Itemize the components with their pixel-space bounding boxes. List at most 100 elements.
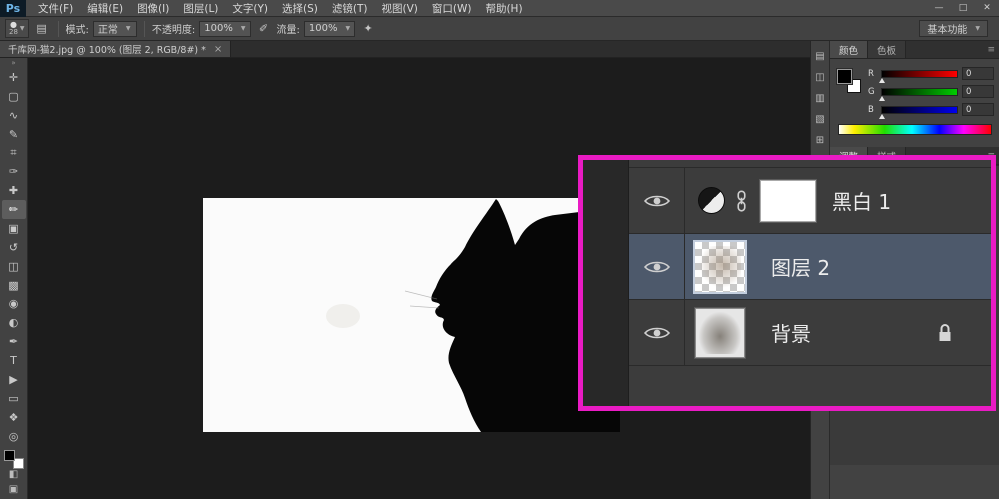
menu-view[interactable]: 视图(V) bbox=[374, 0, 424, 17]
slider-knob[interactable] bbox=[879, 78, 885, 83]
menu-image[interactable]: 图像(I) bbox=[130, 0, 176, 17]
quick-mask-icon[interactable]: ◧ bbox=[9, 469, 18, 484]
type-tool[interactable]: T bbox=[2, 351, 26, 370]
screen-mode-icon[interactable]: ▣ bbox=[9, 484, 18, 499]
visibility-toggle[interactable] bbox=[629, 234, 685, 299]
pen-tool[interactable]: ✒ bbox=[2, 332, 26, 351]
layer-row-layer2[interactable]: 图层 2 bbox=[629, 234, 991, 300]
spot-healing-tool[interactable]: ✚ bbox=[2, 181, 26, 200]
eye-icon bbox=[644, 259, 670, 275]
gradient-tool[interactable]: ▩ bbox=[2, 276, 26, 295]
blackwhite-adjustment-icon[interactable] bbox=[698, 187, 725, 214]
green-value-field[interactable]: 0 bbox=[962, 85, 994, 98]
lasso-tool[interactable]: ∿ bbox=[2, 106, 26, 125]
brush-panel-toggle-icon[interactable]: ▤ bbox=[33, 22, 51, 35]
opacity-label: 不透明度: bbox=[152, 21, 195, 36]
mode-value: 正常 bbox=[98, 21, 118, 36]
path-selection-tool[interactable]: ▶ bbox=[2, 370, 26, 389]
blur-tool[interactable]: ◉ bbox=[2, 295, 26, 314]
tab-color[interactable]: 颜色 bbox=[830, 41, 868, 58]
blue-slider[interactable] bbox=[881, 106, 958, 114]
eraser-tool-icon: ◫ bbox=[8, 260, 18, 273]
blue-channel-row: B 0 bbox=[868, 103, 994, 116]
color-panel-swatches[interactable] bbox=[837, 69, 861, 93]
history-panel-icon[interactable]: ▤ bbox=[815, 51, 824, 62]
document-tab-bar: 千库网-猫2.jpg @ 100% (图层 2, RGB/8#) * × bbox=[0, 41, 810, 58]
move-tool[interactable]: ✛ bbox=[2, 68, 26, 87]
document-image[interactable] bbox=[203, 198, 620, 432]
quick-selection-tool[interactable]: ✎ bbox=[2, 125, 26, 144]
shape-tool[interactable]: ▭ bbox=[2, 389, 26, 408]
airbrush-icon[interactable]: ✦ bbox=[359, 22, 377, 35]
layer-row-blackwhite[interactable]: 黑白 1 bbox=[629, 168, 991, 234]
clone-stamp-tool[interactable]: ▣ bbox=[2, 219, 26, 238]
zoom-tool[interactable]: ◎ bbox=[2, 427, 26, 446]
info-panel-icon[interactable]: ▥ bbox=[815, 93, 824, 104]
slider-knob[interactable] bbox=[879, 96, 885, 101]
dodge-tool-icon: ◐ bbox=[9, 316, 19, 329]
brush-tool[interactable]: ✏ bbox=[2, 200, 26, 219]
layer-thumbnail[interactable] bbox=[695, 242, 745, 292]
menu-edit[interactable]: 编辑(E) bbox=[80, 0, 130, 17]
panel-menu-icon[interactable]: ≡ bbox=[982, 41, 999, 58]
layer-row-background[interactable]: 背景 bbox=[629, 300, 991, 366]
menu-window[interactable]: 窗口(W) bbox=[425, 0, 479, 17]
character-panel-icon[interactable]: ▧ bbox=[815, 114, 824, 125]
menu-select[interactable]: 选择(S) bbox=[275, 0, 325, 17]
eraser-tool[interactable]: ◫ bbox=[2, 257, 26, 276]
history-brush-tool[interactable]: ↺ bbox=[2, 238, 26, 257]
blue-value-field[interactable]: 0 bbox=[962, 103, 994, 116]
paragraph-panel-icon[interactable]: ⊞ bbox=[816, 135, 824, 146]
foreground-color-swatch[interactable] bbox=[837, 69, 852, 84]
maximize-button[interactable]: □ bbox=[951, 0, 975, 17]
foreground-background-swatches[interactable] bbox=[4, 450, 24, 470]
red-slider[interactable] bbox=[881, 70, 958, 78]
zoom-tool-icon: ◎ bbox=[9, 430, 19, 443]
visibility-toggle[interactable] bbox=[629, 168, 685, 233]
menu-filter[interactable]: 滤镜(T) bbox=[325, 0, 375, 17]
slider-knob[interactable] bbox=[879, 114, 885, 119]
tab-swatches[interactable]: 色板 bbox=[868, 41, 906, 58]
mode-dropdown[interactable]: 正常 ▼ bbox=[93, 21, 137, 37]
opacity-dropdown[interactable]: 100% ▼ bbox=[199, 21, 250, 37]
document-tab[interactable]: 千库网-猫2.jpg @ 100% (图层 2, RGB/8#) * × bbox=[0, 41, 231, 57]
layer-name[interactable]: 黑白 1 bbox=[832, 186, 891, 215]
red-value-field[interactable]: 0 bbox=[962, 67, 994, 80]
brush-preset-picker[interactable]: ● 28 ▼ bbox=[5, 19, 29, 38]
dodge-tool[interactable]: ◐ bbox=[2, 313, 26, 332]
workspace-switcher-button[interactable]: 基本功能 ▼ bbox=[919, 20, 988, 37]
menu-help[interactable]: 帮助(H) bbox=[478, 0, 529, 17]
menu-layer[interactable]: 图层(L) bbox=[176, 0, 225, 17]
hand-tool[interactable]: ❖ bbox=[2, 408, 26, 427]
crop-tool[interactable]: ⌗ bbox=[2, 144, 26, 163]
layer-name[interactable]: 背景 bbox=[771, 318, 811, 347]
close-button[interactable]: ✕ bbox=[975, 0, 999, 17]
mask-link[interactable] bbox=[735, 190, 748, 212]
menu-file[interactable]: 文件(F) bbox=[31, 0, 80, 17]
menu-type[interactable]: 文字(Y) bbox=[225, 0, 275, 17]
properties-panel-icon[interactable]: ◫ bbox=[815, 72, 824, 83]
tab-close-icon[interactable]: × bbox=[214, 44, 222, 55]
chevron-down-icon: ▼ bbox=[241, 25, 246, 32]
marquee-tool[interactable]: ▢ bbox=[2, 87, 26, 106]
hand-tool-icon: ❖ bbox=[9, 411, 19, 424]
layers-panel-magnified: 黑白 1 图层 2 bbox=[578, 155, 996, 411]
mode-label: 模式: bbox=[66, 21, 89, 36]
toolbar-collapse-icon[interactable]: » bbox=[11, 59, 15, 68]
green-slider[interactable] bbox=[881, 88, 958, 96]
layer-name[interactable]: 图层 2 bbox=[771, 252, 830, 281]
foreground-color-swatch[interactable] bbox=[4, 450, 15, 461]
flow-dropdown[interactable]: 100% ▼ bbox=[304, 21, 355, 37]
visibility-toggle[interactable] bbox=[629, 300, 685, 365]
pressure-opacity-icon[interactable]: ✐ bbox=[255, 22, 273, 35]
lasso-tool-icon: ∿ bbox=[9, 109, 18, 122]
layer-mask-thumbnail[interactable] bbox=[760, 180, 816, 222]
layer-thumbnail[interactable] bbox=[695, 308, 745, 358]
eyedropper-tool[interactable]: ✑ bbox=[2, 162, 26, 181]
red-channel-row: R 0 bbox=[868, 67, 994, 80]
shape-tool-icon: ▭ bbox=[8, 392, 18, 405]
chevron-down-icon: ▼ bbox=[126, 25, 131, 32]
minimize-button[interactable]: — bbox=[927, 0, 951, 17]
color-spectrum-ramp[interactable] bbox=[838, 124, 992, 135]
lock-icon bbox=[937, 322, 953, 343]
